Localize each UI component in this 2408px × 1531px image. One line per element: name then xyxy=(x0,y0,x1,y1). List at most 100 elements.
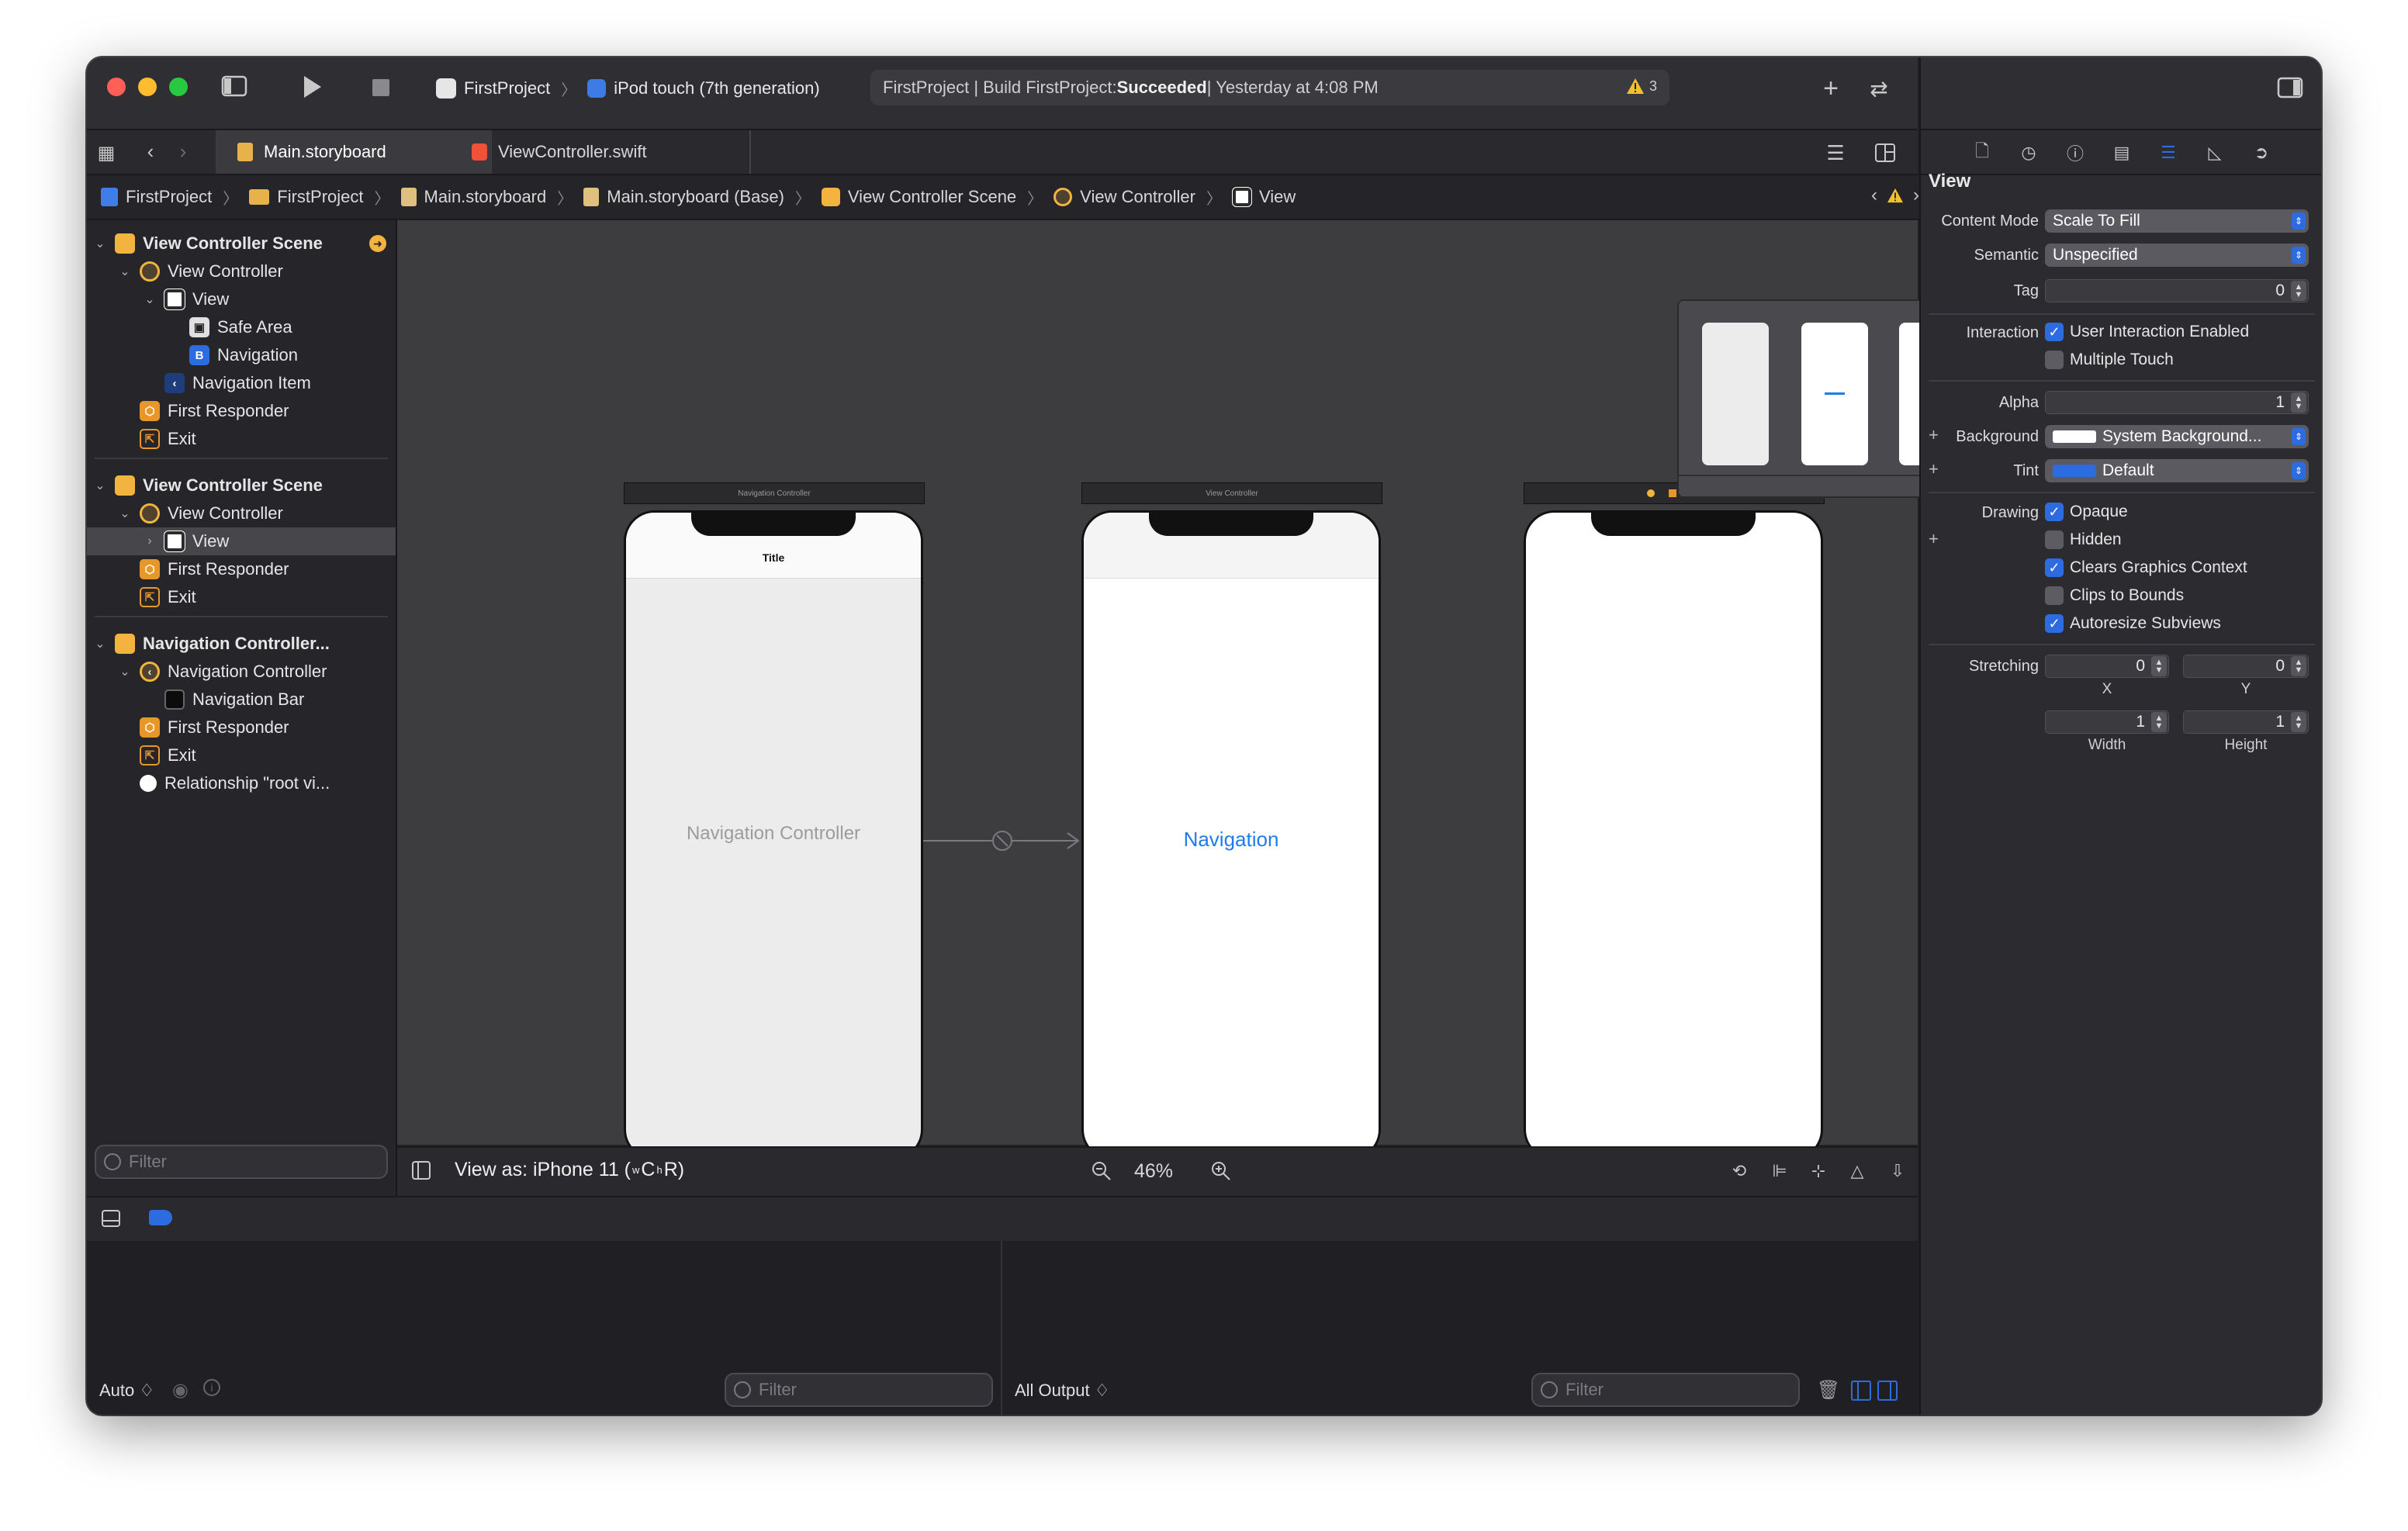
outline-row[interactable]: Relationship "root vi... xyxy=(87,769,448,797)
zoom-window-button[interactable] xyxy=(169,78,188,96)
grid-icon[interactable]: ▦ xyxy=(95,141,118,164)
stepper-icon[interactable]: ▲ ▼ xyxy=(2291,656,2306,676)
embed-in-icon[interactable]: ⇩ xyxy=(1885,1159,1910,1184)
hide-debug-area-icon[interactable] xyxy=(99,1207,123,1230)
disclosure-open-icon[interactable]: ⌄ xyxy=(118,664,132,679)
stop-icon[interactable] xyxy=(369,76,393,99)
add-variation-icon[interactable]: + xyxy=(1929,529,1939,549)
stepper-icon[interactable]: ▲ ▼ xyxy=(2151,656,2167,676)
chevron-right-icon[interactable]: › xyxy=(1913,185,1919,206)
breadcrumb-item-storyboard-base[interactable]: Main.storyboard (Base) xyxy=(607,187,784,207)
split-icon[interactable] xyxy=(1871,141,1899,164)
scene-dock-navigation-controller[interactable]: Navigation Controller xyxy=(624,482,925,504)
outline-row[interactable]: ⌄ View Controller Scene xyxy=(87,472,402,499)
relationship-segue-arrow[interactable] xyxy=(923,825,1086,856)
autoresize-subviews-checkbox[interactable]: ✓ xyxy=(2045,614,2064,633)
view-as-device[interactable]: View as: iPhone 11 ( w C h R) xyxy=(455,1159,684,1181)
outline-row[interactable]: ⇱ Exit xyxy=(87,741,448,769)
outline-row[interactable]: ⌄ View Controller xyxy=(87,499,427,527)
outline-row[interactable]: ⬡ First Responder xyxy=(87,555,448,583)
scheme-selector[interactable]: FirstProject 〉 iPod touch (7th generatio… xyxy=(436,74,820,102)
breadcrumb-item-folder[interactable]: FirstProject xyxy=(277,187,363,207)
run-icon[interactable] xyxy=(296,73,327,101)
outline-row[interactable]: ⇱ Exit xyxy=(87,425,448,453)
warning-indicator[interactable]: 3 xyxy=(1626,78,1657,95)
disclosure-open-icon[interactable]: ⌄ xyxy=(143,292,157,307)
breadcrumb-item-view[interactable]: View xyxy=(1259,187,1296,207)
outline-row[interactable]: ⌄ View Controller xyxy=(87,257,427,285)
breadcrumb-item-scene[interactable]: View Controller Scene xyxy=(848,187,1016,207)
connections-icon[interactable]: ➲ xyxy=(2250,141,2273,164)
background-popup[interactable]: System Background... ⇕ xyxy=(2045,425,2309,448)
stretch-x-field[interactable]: 0 ▲ ▼ xyxy=(2045,655,2169,678)
stretch-height-field[interactable]: 1 ▲ ▼ xyxy=(2183,710,2309,734)
clips-to-bounds-checkbox[interactable] xyxy=(2045,586,2064,605)
eye-icon[interactable]: ◉ xyxy=(172,1379,189,1401)
identity-icon[interactable]: ▤ xyxy=(2110,141,2133,164)
outline-row[interactable]: ⇱ Exit xyxy=(87,583,448,611)
alpha-field[interactable]: 1 ▲ ▼ xyxy=(2045,391,2309,414)
variables-filter-field[interactable]: Filter xyxy=(725,1373,993,1407)
tab-viewcontroller-swift[interactable]: ViewController.swift xyxy=(450,130,751,174)
empty-view-controller-scene[interactable] xyxy=(1524,510,1823,1160)
stretch-y-field[interactable]: 0 ▲ ▼ xyxy=(2183,655,2309,678)
trash-icon[interactable]: 🗑 xyxy=(1817,1377,1840,1402)
swap-icon[interactable]: ⇄ xyxy=(1863,74,1894,102)
navigation-controller-scene[interactable]: Title Navigation Controller xyxy=(624,510,923,1160)
stepper-icon[interactable]: ▲ ▼ xyxy=(2291,281,2306,301)
breadcrumb-item-view-controller[interactable]: View Controller xyxy=(1080,187,1195,207)
disclosure-open-icon[interactable]: ⌄ xyxy=(118,506,132,521)
zoom-in-icon[interactable] xyxy=(1209,1159,1233,1184)
disclosure-open-icon[interactable]: ⌄ xyxy=(93,236,107,251)
zoom-out-icon[interactable] xyxy=(1089,1159,1114,1184)
variables-scope-selector[interactable]: Auto ♢ xyxy=(99,1381,154,1401)
forward-icon[interactable]: › xyxy=(174,140,192,163)
tint-popup[interactable]: Default ⇕ xyxy=(2045,459,2309,482)
outline-row[interactable]: ⌄ Navigation Controller... xyxy=(87,630,402,658)
disclosure-open-icon[interactable]: ⌄ xyxy=(93,478,107,493)
storyboard-canvas[interactable]: Navigation Controller Title Navigation C… xyxy=(397,220,1997,1160)
add-icon[interactable]: + xyxy=(1817,74,1845,103)
inspector-toggle-icon[interactable] xyxy=(2275,74,2306,101)
clears-graphics-checkbox[interactable]: ✓ xyxy=(2045,558,2064,577)
stepper-icon[interactable]: ▲ ▼ xyxy=(2151,712,2167,732)
info-icon[interactable]: i xyxy=(203,1379,220,1396)
disclosure-open-icon[interactable]: ⌄ xyxy=(118,264,132,279)
outline-row-selected[interactable]: › View xyxy=(87,527,396,555)
outline-row[interactable]: ⬡ First Responder xyxy=(87,397,448,425)
resolve-issues-icon[interactable]: △ xyxy=(1845,1159,1870,1184)
sidebar-toggle-icon[interactable] xyxy=(219,73,250,99)
opaque-checkbox[interactable]: ✓ xyxy=(2045,503,2064,521)
breakpoint-icon[interactable] xyxy=(149,1210,172,1225)
minimize-window-button[interactable] xyxy=(138,78,157,96)
add-constraints-icon[interactable]: ⊹ xyxy=(1806,1159,1831,1184)
disclosure-open-icon[interactable]: ⌄ xyxy=(93,636,107,651)
history-icon[interactable]: ◷ xyxy=(2017,141,2040,164)
close-window-button[interactable] xyxy=(107,78,126,96)
file-icon[interactable]: 🗋 xyxy=(1970,141,1994,164)
navigation-button[interactable]: Navigation xyxy=(1084,828,1379,852)
attributes-icon[interactable]: ☰ xyxy=(2157,141,2180,164)
outline-toggle-icon[interactable] xyxy=(410,1159,433,1182)
multiple-touch-checkbox[interactable] xyxy=(2045,351,2064,369)
stepper-icon[interactable]: ▲ ▼ xyxy=(2291,392,2306,413)
console-output-selector[interactable]: All Output ♢ xyxy=(1015,1381,1109,1401)
stretch-width-field[interactable]: 1 ▲ ▼ xyxy=(2045,710,2169,734)
align-icon[interactable]: ⊫ xyxy=(1767,1159,1792,1184)
semantic-popup[interactable]: Unspecified ⇕ xyxy=(2045,244,2309,267)
back-icon[interactable]: ‹ xyxy=(141,140,160,163)
chevron-left-icon[interactable]: ‹ xyxy=(1871,185,1877,206)
lines-icon[interactable]: ☰ xyxy=(1820,141,1851,164)
view-controller-scene[interactable]: Navigation xyxy=(1081,510,1381,1160)
stepper-icon[interactable]: ▲ ▼ xyxy=(2291,712,2306,732)
show-console-icon[interactable] xyxy=(1877,1381,1898,1401)
content-mode-popup[interactable]: Scale To Fill ⇕ xyxy=(2045,209,2309,233)
outline-row[interactable]: ⌄ View Controller Scene ➜ xyxy=(87,230,402,257)
hidden-checkbox[interactable] xyxy=(2045,530,2064,549)
outline-filter-field[interactable]: Filter xyxy=(95,1145,388,1179)
help-icon[interactable]: ⓘ xyxy=(2064,141,2087,164)
breadcrumb-item-storyboard[interactable]: Main.storyboard xyxy=(424,187,547,207)
tag-field[interactable]: 0 ▲ ▼ xyxy=(2045,279,2309,302)
user-interaction-checkbox[interactable]: ✓ xyxy=(2045,323,2064,341)
size-icon[interactable]: ◺ xyxy=(2203,141,2226,164)
